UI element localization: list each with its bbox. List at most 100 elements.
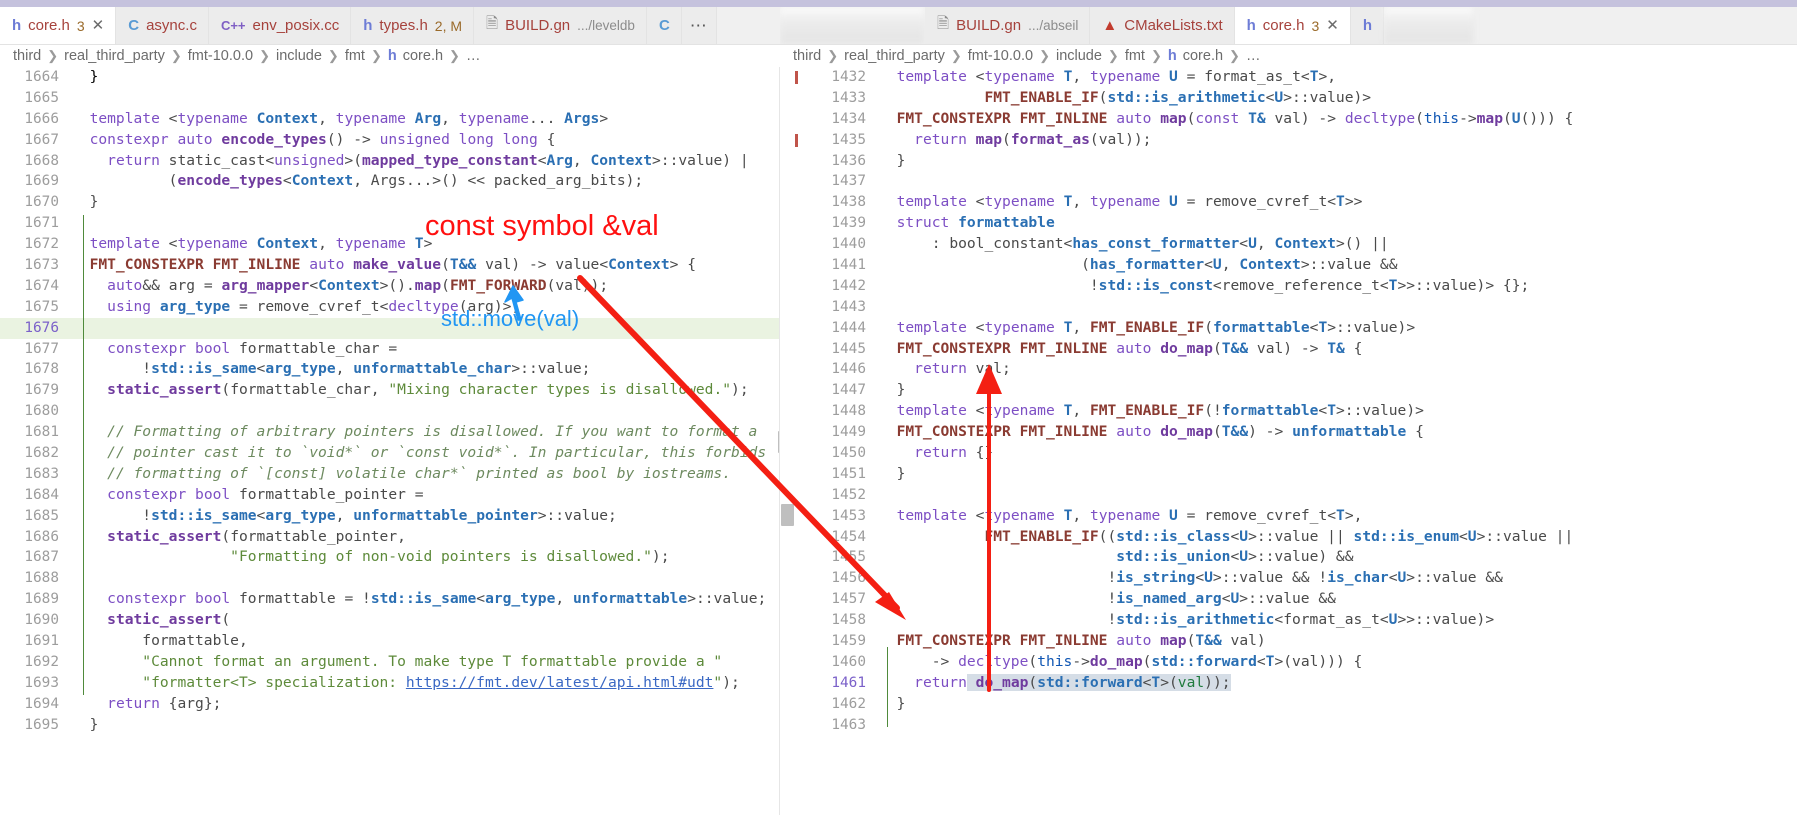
code-line[interactable]: 1680 bbox=[0, 401, 779, 422]
tab-core-h[interactable]: h core.h 3 ✕ bbox=[1234, 7, 1351, 44]
code-line[interactable]: 1463 bbox=[781, 715, 1797, 736]
code-line-text[interactable]: constexpr auto encode_types() -> unsigne… bbox=[72, 130, 779, 151]
breadcrumb-segment[interactable]: core.h bbox=[1183, 48, 1223, 64]
tab-ghost-blurred[interactable] bbox=[780, 7, 925, 44]
code-line[interactable]: 1455 std::is_union<U>::value) && bbox=[781, 547, 1797, 568]
code-line[interactable]: 1693 "formatter<T> specialization: https… bbox=[0, 673, 779, 694]
code-line-text[interactable]: !std::is_same<arg_type, unformattable_ch… bbox=[72, 359, 779, 380]
code-line[interactable]: 1440 : bool_constant<has_const_formatter… bbox=[781, 234, 1797, 255]
code-line-text[interactable]: return {arg}; bbox=[72, 694, 779, 715]
code-line-text[interactable]: // pointer cast it to `void*` or `const … bbox=[72, 443, 779, 464]
code-line[interactable]: 1687 "Formatting of non-void pointers is… bbox=[0, 547, 779, 568]
code-line[interactable]: 1690 static_assert( bbox=[0, 610, 779, 631]
code-line[interactable]: 1442 !std::is_const<remove_reference_t<T… bbox=[781, 276, 1797, 297]
code-line-text[interactable]: } bbox=[879, 694, 1797, 715]
code-line-text[interactable]: return do_map(std::forward<T>(val)); bbox=[879, 673, 1797, 694]
breadcrumb-left[interactable]: third ❯ real_third_party ❯ fmt-10.0.0 ❯ includ… bbox=[0, 45, 780, 67]
code-line[interactable]: 1441 (has_formatter<U, Context>::value &… bbox=[781, 255, 1797, 276]
code-line[interactable]: 1674 auto&& arg = arg_mapper<Context>().… bbox=[0, 276, 779, 297]
code-line-text[interactable]: : bool_constant<has_const_formatter<U, C… bbox=[879, 234, 1797, 255]
breadcrumb-segment[interactable]: third bbox=[793, 48, 821, 64]
code-line[interactable]: 1692 "Cannot format an argument. To make… bbox=[0, 652, 779, 673]
code-line[interactable]: 1447 } bbox=[781, 380, 1797, 401]
code-line-text[interactable]: return map(format_as(val)); bbox=[879, 130, 1797, 151]
code-line[interactable]: 1462 } bbox=[781, 694, 1797, 715]
code-line[interactable]: 1666 template <typename Context, typenam… bbox=[0, 109, 779, 130]
code-line[interactable]: 1664 } bbox=[0, 67, 779, 88]
code-line-text[interactable]: "Formatting of non-void pointers is disa… bbox=[72, 547, 779, 568]
code-line-text[interactable]: struct formattable bbox=[879, 213, 1797, 234]
code-line[interactable]: 1435 return map(format_as(val)); bbox=[781, 130, 1797, 151]
code-line-text[interactable]: !std::is_same<arg_type, unformattable_po… bbox=[72, 506, 779, 527]
close-icon[interactable]: ✕ bbox=[1326, 18, 1339, 33]
code-line[interactable]: 1678 !std::is_same<arg_type, unformattab… bbox=[0, 359, 779, 380]
code-content-right[interactable]: 1432 template <typename T, typename U = … bbox=[781, 67, 1797, 736]
tab-ghost-blurred-right[interactable] bbox=[1384, 7, 1475, 44]
code-line[interactable]: 1438 template <typename T, typename U = … bbox=[781, 192, 1797, 213]
code-line-text[interactable]: FMT_CONSTEXPR FMT_INLINE auto do_map(T&&… bbox=[879, 339, 1797, 360]
code-line[interactable]: 1458 !std::is_arithmetic<format_as_t<U>>… bbox=[781, 610, 1797, 631]
code-line[interactable]: 1433 FMT_ENABLE_IF(std::is_arithmetic<U>… bbox=[781, 88, 1797, 109]
tab-types-h[interactable]: h types.h 2, M bbox=[351, 7, 475, 44]
code-line[interactable]: 1685 !std::is_same<arg_type, unformattab… bbox=[0, 506, 779, 527]
code-line[interactable]: 1670 } bbox=[0, 192, 779, 213]
scrollbar-thumb-right[interactable] bbox=[781, 504, 794, 526]
tab-strip-right[interactable]: 🗎 BUILD.gn .../abseil ▲ CMakeLists.txt h core.… bbox=[780, 7, 1797, 45]
code-line[interactable]: 1667 constexpr auto encode_types() -> un… bbox=[0, 130, 779, 151]
code-line[interactable]: 1694 return {arg}; bbox=[0, 694, 779, 715]
code-line[interactable]: 1668 return static_cast<unsigned>(mapped… bbox=[0, 151, 779, 172]
code-line[interactable]: 1691 formattable, bbox=[0, 631, 779, 652]
code-line[interactable]: 1454 FMT_ENABLE_IF((std::is_class<U>::va… bbox=[781, 527, 1797, 548]
code-line-text[interactable]: constexpr bool formattable = !std::is_sa… bbox=[72, 589, 779, 610]
breadcrumb-segment[interactable]: include bbox=[276, 48, 322, 64]
code-line[interactable]: 1446 return val; bbox=[781, 359, 1797, 380]
tab-blank[interactable]: h bbox=[1350, 7, 1385, 44]
code-line[interactable]: 1436 } bbox=[781, 151, 1797, 172]
code-line[interactable]: 1673 FMT_CONSTEXPR FMT_INLINE auto make_… bbox=[0, 255, 779, 276]
code-line-text[interactable]: template <typename T, typename U = forma… bbox=[879, 67, 1797, 88]
code-line-text[interactable]: static_assert( bbox=[72, 610, 779, 631]
tab-partial-cut[interactable]: C bbox=[646, 7, 682, 44]
code-line[interactable]: 1459 FMT_CONSTEXPR FMT_INLINE auto map(T… bbox=[781, 631, 1797, 652]
breadcrumb-segment[interactable]: core.h bbox=[403, 48, 443, 64]
code-line-text[interactable]: (encode_types<Context, Args...>() << pac… bbox=[72, 171, 779, 192]
scrollbar-thumb-left[interactable] bbox=[778, 431, 779, 453]
code-line[interactable]: 1452 bbox=[781, 485, 1797, 506]
breadcrumb-segment[interactable]: … bbox=[1246, 48, 1261, 64]
editor-pane-left[interactable]: 1664 } 1665 1666 template <typename Conte… bbox=[0, 67, 780, 815]
breadcrumb-segment[interactable]: fmt bbox=[345, 48, 365, 64]
code-line-text[interactable]: FMT_ENABLE_IF(std::is_arithmetic<U>::val… bbox=[879, 88, 1797, 109]
code-line-text[interactable] bbox=[72, 213, 779, 234]
breadcrumb-segment[interactable]: fmt-10.0.0 bbox=[968, 48, 1033, 64]
code-line-text[interactable]: !is_named_arg<U>::value && bbox=[879, 589, 1797, 610]
code-line[interactable]: 1683 // formatting of `[const] volatile … bbox=[0, 464, 779, 485]
code-line[interactable]: 1449 FMT_CONSTEXPR FMT_INLINE auto do_ma… bbox=[781, 422, 1797, 443]
code-line-text[interactable]: auto&& arg = arg_mapper<Context>().map(F… bbox=[72, 276, 779, 297]
code-line-text[interactable]: } bbox=[879, 151, 1797, 172]
code-line-text[interactable]: FMT_CONSTEXPR FMT_INLINE auto map(T&& va… bbox=[879, 631, 1797, 652]
code-line[interactable]: 1450 return {} bbox=[781, 443, 1797, 464]
code-line-text[interactable]: // formatting of `[const] volatile char*… bbox=[72, 464, 779, 485]
code-line-text[interactable]: return val; bbox=[879, 359, 1797, 380]
code-line-text[interactable]: template <typename T, FMT_ENABLE_IF(form… bbox=[879, 318, 1797, 339]
code-line-text[interactable] bbox=[879, 297, 1797, 318]
tab-async-c[interactable]: Casync.c bbox=[116, 7, 209, 44]
code-line-text[interactable] bbox=[72, 568, 779, 589]
breadcrumb-segment[interactable]: fmt-10.0.0 bbox=[188, 48, 253, 64]
code-line-text[interactable]: // Formatting of arbitrary pointers is d… bbox=[72, 422, 779, 443]
code-line[interactable]: 1457 !is_named_arg<U>::value && bbox=[781, 589, 1797, 610]
code-line-text[interactable]: (has_formatter<U, Context>::value && bbox=[879, 255, 1797, 276]
code-line[interactable]: 1684 constexpr bool formattable_pointer … bbox=[0, 485, 779, 506]
code-line-text[interactable]: } bbox=[72, 192, 779, 213]
code-line[interactable]: 1443 bbox=[781, 297, 1797, 318]
editor-pane-right[interactable]: 1432 template <typename T, typename U = … bbox=[781, 67, 1797, 815]
code-line-text[interactable]: template <typename Context, typename Arg… bbox=[72, 109, 779, 130]
tab-core-h[interactable]: h core.h 3 ✕ bbox=[0, 7, 117, 44]
code-line-text[interactable]: return static_cast<unsigned>(mapped_type… bbox=[72, 151, 779, 172]
code-line[interactable]: 1672 template <typename Context, typenam… bbox=[0, 234, 779, 255]
tab-build-gn[interactable]: 🗎 BUILD.gn .../abseil bbox=[925, 7, 1091, 44]
breadcrumb-segment[interactable]: third bbox=[13, 48, 41, 64]
code-line-text[interactable] bbox=[879, 485, 1797, 506]
code-line[interactable]: 1451 } bbox=[781, 464, 1797, 485]
code-line[interactable]: 1689 constexpr bool formattable = !std::… bbox=[0, 589, 779, 610]
